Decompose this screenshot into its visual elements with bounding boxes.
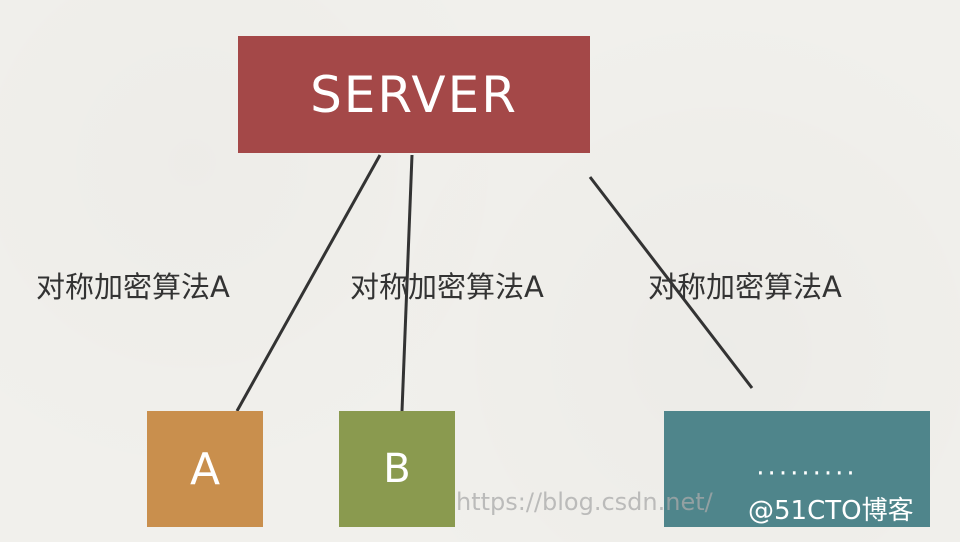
client-node-b: B	[339, 411, 455, 527]
edge-label-c: 对称加密算法A	[648, 270, 842, 304]
client-node-a: A	[147, 411, 263, 527]
server-node: SERVER	[238, 36, 590, 153]
client-b-label: B	[383, 446, 411, 492]
server-label: SERVER	[310, 65, 518, 124]
diagram-canvas: SERVER 对称加密算法A 对称加密算法A 对称加密算法A A B ·····…	[0, 0, 960, 542]
client-a-label: A	[189, 443, 221, 495]
edge-label-a: 对称加密算法A	[36, 270, 230, 304]
watermark-url: https://blog.csdn.net/	[456, 488, 713, 516]
client-more-label: ·········	[756, 459, 858, 489]
edge-label-b: 对称加密算法A	[350, 270, 544, 304]
watermark-badge: @51CTO博客	[748, 496, 914, 526]
